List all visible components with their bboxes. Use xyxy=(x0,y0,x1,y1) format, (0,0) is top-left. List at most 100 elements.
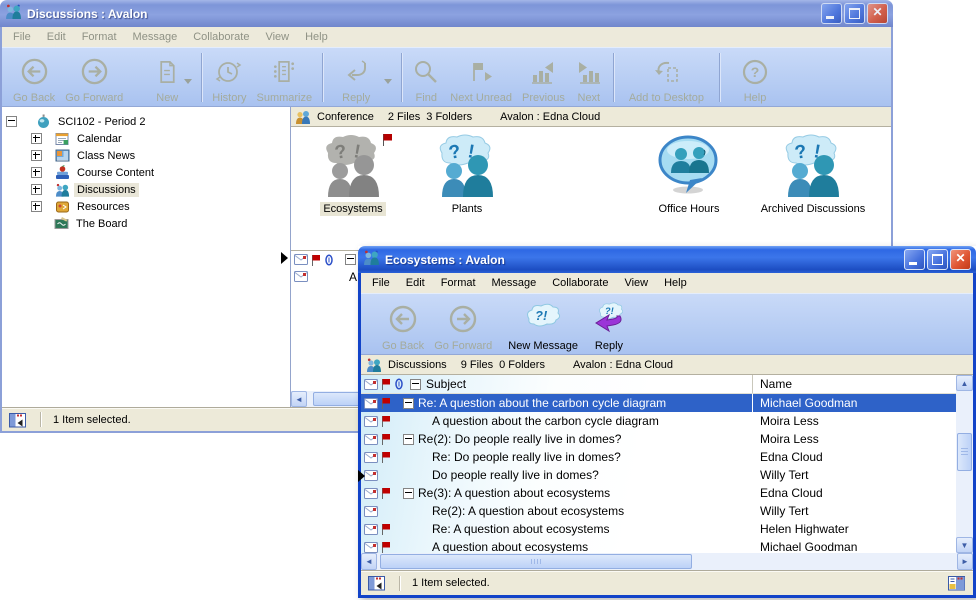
expand-box-icon[interactable] xyxy=(31,184,42,195)
next-button[interactable]: Next xyxy=(570,51,608,104)
panel-toggle-icon[interactable] xyxy=(368,575,385,591)
menu-edit[interactable]: Edit xyxy=(39,28,74,46)
add-to-desktop-button[interactable]: Add to Desktop xyxy=(619,51,714,104)
close-button[interactable] xyxy=(867,3,888,24)
scroll-right-icon[interactable]: ► xyxy=(957,553,973,570)
menu-message[interactable]: Message xyxy=(125,28,186,46)
reply-icon xyxy=(342,51,370,92)
find-button[interactable]: Find xyxy=(407,51,445,104)
books-apple-icon xyxy=(55,165,70,180)
conference-item-ecosystems[interactable]: ?! Ecosystems xyxy=(297,133,409,216)
tree-root-sci102[interactable]: SCI102 - Period 2 xyxy=(2,113,290,130)
menu-help[interactable]: Help xyxy=(297,28,336,46)
current-item-marker xyxy=(281,252,288,264)
menu-format[interactable]: Format xyxy=(74,28,125,46)
name-column-header[interactable]: Name xyxy=(752,375,956,393)
collapse-all-icon[interactable] xyxy=(410,379,421,390)
titlebar[interactable]: Ecosystems : Avalon xyxy=(358,246,976,273)
maximize-button[interactable] xyxy=(927,249,948,270)
menu-view[interactable]: View xyxy=(257,28,297,46)
previous-button[interactable]: Previous xyxy=(517,51,570,104)
sidebar-item-course-content[interactable]: Course Content xyxy=(2,164,290,181)
expand-box-icon[interactable] xyxy=(31,150,42,161)
next-unread-button[interactable]: Next Unread xyxy=(445,51,517,104)
table-row[interactable]: Re: A question about ecosystems Helen Hi… xyxy=(361,520,956,538)
help-icon: ? xyxy=(741,51,769,92)
titlebar[interactable]: Discussions : Avalon xyxy=(0,0,893,27)
panel-toggle-icon[interactable] xyxy=(9,412,26,428)
new-button[interactable]: New xyxy=(150,51,184,104)
table-row[interactable]: Re(2): A question about ecosystems Willy… xyxy=(361,502,956,520)
close-button[interactable] xyxy=(950,249,971,270)
vertical-scrollbar[interactable]: ▲ ▼ xyxy=(956,375,973,553)
horizontal-scrollbar[interactable]: ◄ ► xyxy=(361,553,973,570)
table-row[interactable]: Do people really live in domes? Willy Te… xyxy=(361,466,956,484)
collapse-thread-icon[interactable] xyxy=(403,488,414,499)
menu-collaborate[interactable]: Collaborate xyxy=(544,274,616,292)
conference-item-archived-discussions[interactable]: ?! Archived Discussions xyxy=(757,133,869,216)
menu-collaborate[interactable]: Collaborate xyxy=(185,28,257,46)
minimize-button[interactable] xyxy=(904,249,925,270)
svg-text:?!: ?! xyxy=(535,308,548,323)
scroll-left-icon[interactable]: ◄ xyxy=(361,553,377,570)
menu-file[interactable]: File xyxy=(364,274,398,292)
table-row[interactable]: Re: Do people really live in domes? Edna… xyxy=(361,448,956,466)
toolbar-separator xyxy=(201,53,202,102)
go-back-button[interactable]: Go Back xyxy=(8,51,60,104)
status-bar: 1 Item selected. xyxy=(361,570,973,595)
expand-box-icon[interactable] xyxy=(31,201,42,212)
sidebar-item-resources[interactable]: Resources xyxy=(2,198,290,215)
collapse-box-icon[interactable] xyxy=(6,116,17,127)
table-row[interactable]: A question about the carbon cycle diagra… xyxy=(361,412,956,430)
table-row[interactable]: Re(2): Do people really live in domes? M… xyxy=(361,430,956,448)
reply-dropdown-icon[interactable] xyxy=(384,79,392,84)
menu-file[interactable]: File xyxy=(5,28,39,46)
minimize-button[interactable] xyxy=(821,3,842,24)
reply-button[interactable]: Reply xyxy=(328,51,384,104)
toolbar: Go Back Go Forward ?! New Message ?! Rep… xyxy=(361,293,973,355)
menu-view[interactable]: View xyxy=(616,274,656,292)
expand-box-icon[interactable] xyxy=(31,167,42,178)
menu-message[interactable]: Message xyxy=(484,274,545,292)
scroll-down-icon[interactable]: ▼ xyxy=(956,537,973,553)
sidebar-item-calendar[interactable]: Calendar xyxy=(2,130,290,147)
sidebar-item-discussions[interactable]: Discussions xyxy=(2,181,290,198)
discussions-icon xyxy=(55,183,70,197)
view-toggle-icon[interactable] xyxy=(948,575,965,591)
expand-box-icon[interactable] xyxy=(31,133,42,144)
collapse-thread-icon[interactable] xyxy=(403,398,414,409)
menu-help[interactable]: Help xyxy=(656,274,695,292)
table-row[interactable]: Re(3): A question about ecosystems Edna … xyxy=(361,484,956,502)
sidebar-tree: SCI102 - Period 2 Calendar Class News Co… xyxy=(2,107,291,407)
menu-edit[interactable]: Edit xyxy=(398,274,433,292)
conference-item-office-hours[interactable]: Office Hours xyxy=(633,133,745,216)
go-back-button[interactable]: Go Back xyxy=(377,297,429,352)
scroll-up-icon[interactable]: ▲ xyxy=(956,375,973,391)
reply-button[interactable]: ?! Reply xyxy=(587,297,631,352)
collapse-all-icon[interactable] xyxy=(345,254,356,265)
toolbar-separator xyxy=(719,53,720,102)
menu-format[interactable]: Format xyxy=(433,274,484,292)
scroll-left-icon[interactable]: ◄ xyxy=(291,391,307,407)
table-row[interactable]: Re: A question about the carbon cycle di… xyxy=(361,394,956,412)
flag-icon xyxy=(311,254,321,266)
conference-pane-header: Conference 2 Files 3 Folders Avalon : Ed… xyxy=(291,107,891,127)
scrollbar-thumb[interactable] xyxy=(380,554,692,569)
scrollbar-thumb[interactable] xyxy=(957,433,972,471)
sidebar-item-class-news[interactable]: Class News xyxy=(2,147,290,164)
next-unread-icon xyxy=(467,51,495,92)
table-row[interactable]: A question about ecosystems Michael Good… xyxy=(361,538,956,553)
sidebar-item-the-board[interactable]: The Board xyxy=(2,215,290,232)
go-forward-button[interactable]: Go Forward xyxy=(429,297,497,352)
conference-item-plants[interactable]: ?! Plants xyxy=(411,133,523,216)
summarize-button[interactable]: Summarize xyxy=(252,51,318,104)
history-button[interactable]: History xyxy=(207,51,251,104)
desktop: { "bg": { "title": "Discussions : Avalon… xyxy=(0,0,976,600)
subject-column-header[interactable]: Subject xyxy=(426,377,466,391)
collapse-thread-icon[interactable] xyxy=(403,434,414,445)
new-message-button[interactable]: ?! New Message xyxy=(503,297,583,352)
new-dropdown-icon[interactable] xyxy=(184,79,192,84)
maximize-button[interactable] xyxy=(844,3,865,24)
help-button[interactable]: ? Help xyxy=(725,51,785,104)
go-forward-button[interactable]: Go Forward xyxy=(60,51,128,104)
